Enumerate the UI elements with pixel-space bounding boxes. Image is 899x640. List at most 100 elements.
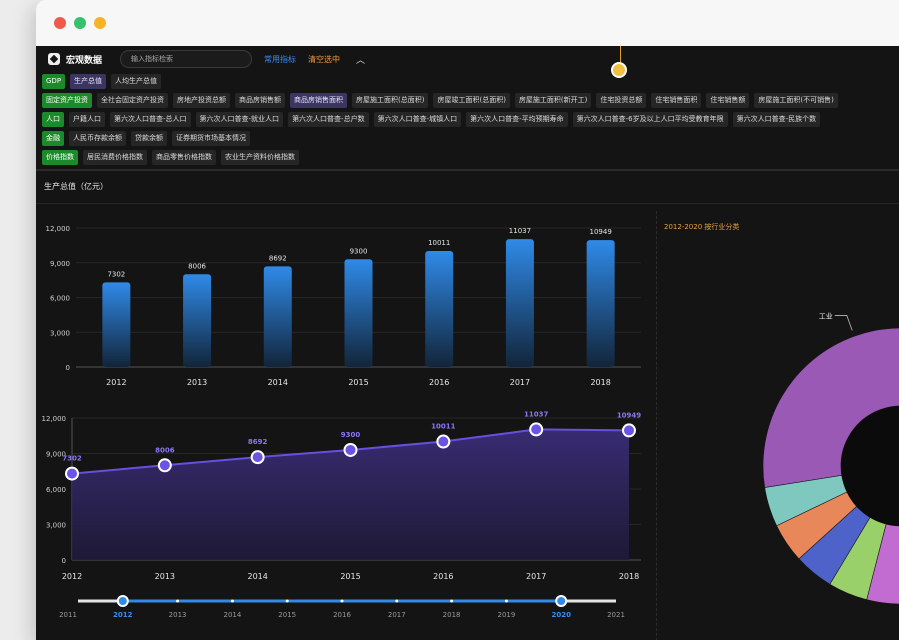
y-tick-label: 12,000 [46,225,71,233]
indicator-tag[interactable]: 证券期货市场基本情况 [172,131,250,146]
indicator-tag[interactable]: 商品零售价格指数 [152,150,216,165]
pie-slice [866,523,899,605]
x-tick-label: 2013 [187,378,207,387]
indicator-tag[interactable]: 户籍人口 [69,112,105,127]
x-tick-label: 2015 [340,572,360,581]
bar [102,282,131,367]
bar [183,274,212,367]
indicator-tag[interactable]: 第六次人口普查-总户数 [288,112,369,127]
data-point [157,458,172,473]
indicator-tag[interactable]: 第六次人口普查-就业人口 [195,112,284,127]
indicator-tag[interactable]: 房地产投资总额 [173,93,230,108]
point-value-label: 10949 [617,411,641,419]
window-titlebar [36,0,899,46]
timeline-year-label: 2015 [278,611,296,619]
donut-hole [841,406,899,526]
x-tick-label: 2013 [155,572,175,581]
indicator-tag[interactable]: 价格指数 [42,150,78,165]
indicator-tag[interactable]: 住宅销售面积 [651,93,702,108]
area-fill [72,429,629,560]
x-tick-label: 2012 [62,572,82,581]
timeline-year-label: 2019 [497,611,515,619]
bar-value-label: 11037 [509,227,531,235]
indicator-tag[interactable]: 贷款余额 [131,131,167,146]
indicator-tag[interactable]: 住宅投资总额 [596,93,647,108]
timeline-year-label: 2017 [388,611,406,619]
bar [425,251,454,367]
timeline-tick [395,599,399,603]
indicator-tag-row: 金融 人民币存款余额 贷款余额 证券期货市场基本情况 [36,129,899,148]
maximize-window-button[interactable] [94,17,106,29]
indicator-tag[interactable]: 房屋施工面积(新开工) [514,93,592,108]
bar-value-label: 8692 [269,254,287,262]
common-indicators-link[interactable]: 常用指标 [264,54,296,65]
x-tick-label: 2017 [510,378,530,387]
indicator-tag[interactable]: 固定资产投资 [42,93,92,108]
data-point [622,423,636,438]
indicator-tag[interactable]: 第六次人口普查-总人口 [110,112,191,127]
indicator-tag[interactable]: 金融 [42,131,64,146]
pie-label: 工业 [819,311,833,320]
indicator-tag[interactable]: GDP [42,74,66,89]
indicator-tag-row: 价格指数 居民消费价格指数 商品零售价格指数 农业生产资料价格指数 [36,148,899,167]
search-input[interactable] [120,50,253,68]
x-tick-label: 2015 [348,378,368,387]
bar [505,239,534,367]
bar [586,240,615,367]
timeline-handle[interactable] [116,595,129,607]
indicator-tag[interactable]: 住宅销售额 [706,93,750,108]
y-tick-label: 0 [62,557,66,565]
clear-selection-link[interactable]: 清空选中 [308,54,340,65]
point-value-label: 8692 [248,438,268,446]
chevron-up-icon[interactable]: ︿ [356,53,365,66]
pie-chart-title: 2012-2020 按行业分类 [664,223,740,231]
series-line [71,428,630,475]
indicator-tag[interactable]: 第六次人口普查-平均预期寿命 [466,112,568,127]
pin-marker-icon[interactable] [611,62,627,78]
divider [36,203,899,204]
minimize-window-button[interactable] [74,17,86,29]
indicator-tag[interactable]: 房屋竣工面积(总面积) [433,93,510,108]
point-value-label: 11037 [524,410,548,418]
data-point [343,442,358,457]
bar-value-label: 9300 [350,247,368,255]
indicator-tag[interactable]: 农业生产资料价格指数 [221,150,299,165]
x-tick-label: 2018 [619,572,639,581]
x-tick-label: 2012 [106,378,126,387]
dashboard: 宏观数据 常用指标 清空选中 ︿ GDP 生产总值人均生产总值固定资产投资全社会固… [36,46,899,640]
indicator-tag[interactable]: 第六次人口普查-城镇人口 [373,112,462,127]
indicator-tag[interactable]: 商品房销售面积 [290,93,347,108]
close-window-button[interactable] [54,17,66,29]
indicator-tag[interactable]: 房屋施工面积(总面积) [352,93,429,108]
indicator-tag[interactable]: 房屋施工面积(不可销售) [754,93,838,108]
data-point [436,434,451,449]
indicator-tag-row: GDP 生产总值 人均生产总值 [36,72,899,91]
indicator-tag[interactable]: 人口 [42,112,64,127]
data-point [250,450,265,465]
bar-value-label: 8006 [188,262,206,270]
indicator-tag[interactable]: 人民币存款余额 [69,131,126,146]
indicator-tag[interactable]: 人均生产总值 [111,74,162,89]
indicator-tag[interactable]: 第六次人口普查-民族个数 [732,112,821,127]
point-value-label: 7302 [62,455,82,463]
timeline-tick [340,599,344,603]
timeline-tick [176,599,180,603]
indicator-tag-area: GDP 生产总值 人均生产总值 固定资产投资 全社会固定资产投资 房地产投资总额 商品房销售… [36,72,899,167]
indicator-tag[interactable]: 生产总值 [70,74,107,89]
x-tick-label: 2016 [433,572,453,581]
timeline-year-label: 2020 [551,611,571,619]
indicator-tag[interactable]: 第六次人口普查-6岁及以上人口平均受教育年限 [572,112,728,127]
y-tick-label: 9,000 [46,451,66,459]
timeline-tick [450,599,454,603]
timeline-handle[interactable] [555,595,568,607]
indicator-tag[interactable]: 全社会固定资产投资 [97,93,168,108]
point-value-label: 10011 [431,423,455,431]
indicator-tag[interactable]: 商品房销售额 [235,93,285,108]
pie-label-line [834,315,853,331]
timeline-year-label: 2021 [607,611,625,619]
timeline-year-label: 2016 [333,611,351,619]
indicator-tag[interactable]: 居民消费价格指数 [83,150,147,165]
y-tick-label: 9,000 [50,260,70,268]
timeline-year-label: 2011 [59,611,77,619]
timeline-year-label: 2012 [113,611,133,619]
